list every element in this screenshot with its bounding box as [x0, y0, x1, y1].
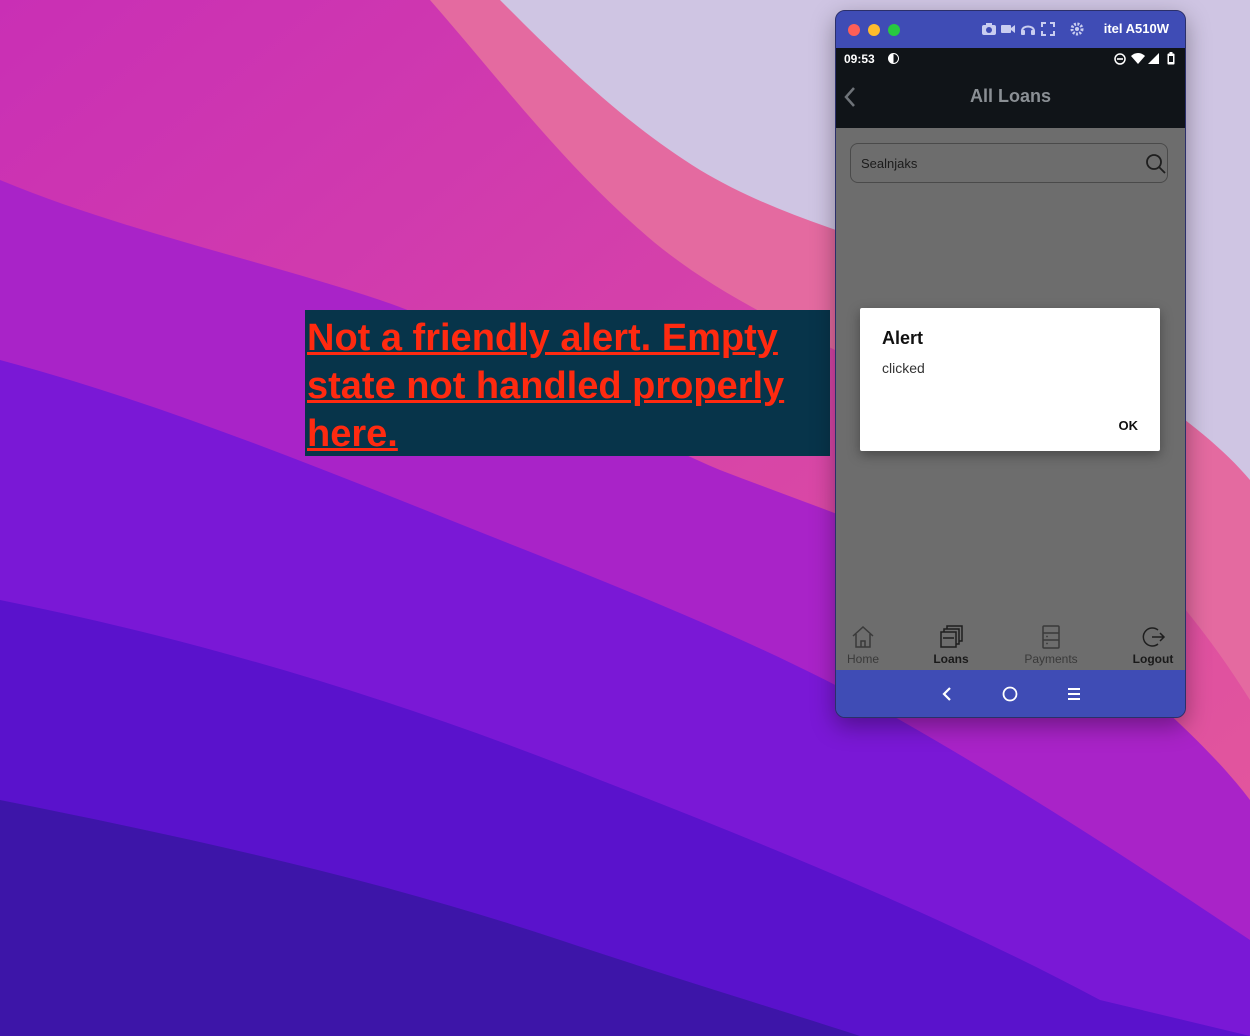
do-not-disturb-icon — [1114, 53, 1126, 65]
close-window-button[interactable] — [848, 24, 860, 36]
headphones-icon[interactable] — [1020, 21, 1036, 37]
annotation-callout: Not a friendly alert. Empty state not ha… — [305, 310, 830, 456]
android-status-bar: 09:53 — [836, 48, 1185, 70]
search-input-value: Sealnjaks — [861, 156, 918, 171]
maximize-window-button[interactable] — [888, 24, 900, 36]
logout-icon — [1142, 627, 1166, 647]
notification-icon — [888, 53, 899, 64]
device-screen: 09:53 All Loans Sealnjaks Alert clicked … — [836, 48, 1185, 670]
camera-icon[interactable] — [981, 21, 997, 37]
search-icon[interactable] — [1145, 153, 1167, 175]
window-titlebar[interactable]: itel A510W — [836, 11, 1185, 48]
gear-icon[interactable] — [1069, 21, 1085, 37]
nav-label-home: Home — [846, 652, 879, 666]
alert-title: Alert — [882, 328, 924, 348]
app-bar: All Loans — [836, 70, 1185, 128]
cellular-signal-icon — [1148, 53, 1159, 64]
video-icon[interactable] — [1000, 21, 1016, 37]
minimize-window-button[interactable] — [868, 24, 880, 36]
android-system-nav — [836, 670, 1185, 717]
alert-ok-button[interactable]: OK — [1119, 418, 1139, 433]
phone-mirror-window: itel A510W 09:53 All Loans Sealnjaks Ale… — [835, 10, 1186, 718]
page-title: All Loans — [969, 86, 1051, 106]
system-back-icon[interactable] — [940, 686, 954, 702]
nav-item-home[interactable]: Home — [836, 624, 898, 666]
device-name: itel A510W — [1103, 21, 1169, 36]
alert-dialog: Alert clicked OK — [860, 308, 1160, 451]
annotation-line-1: Not a friendly alert. Empty — [307, 317, 778, 359]
payments-icon — [1042, 625, 1060, 649]
nav-label-payments: Payments — [1024, 652, 1078, 666]
status-time: 09:53 — [844, 52, 875, 66]
bottom-navigation: Home Loans Payments Logout — [836, 612, 1185, 670]
nav-item-payments[interactable]: Payments — [1016, 624, 1086, 666]
loans-icon — [940, 625, 963, 648]
nav-item-logout[interactable]: Logout — [1118, 624, 1185, 666]
alert-message: clicked — [882, 360, 925, 376]
annotation-line-2: state not handled properly — [307, 365, 785, 407]
nav-label-logout: Logout — [1132, 652, 1174, 666]
system-menu-icon[interactable] — [1067, 687, 1081, 701]
fullscreen-icon[interactable] — [1040, 21, 1056, 37]
nav-item-loans[interactable]: Loans — [916, 624, 986, 666]
annotation-line-3: here. — [307, 413, 398, 455]
search-input[interactable]: Sealnjaks — [850, 143, 1168, 183]
home-icon — [852, 625, 874, 648]
nav-label-loans: Loans — [933, 652, 969, 666]
battery-icon — [1167, 52, 1175, 65]
wifi-icon — [1131, 53, 1145, 64]
system-home-icon[interactable] — [1002, 686, 1018, 702]
